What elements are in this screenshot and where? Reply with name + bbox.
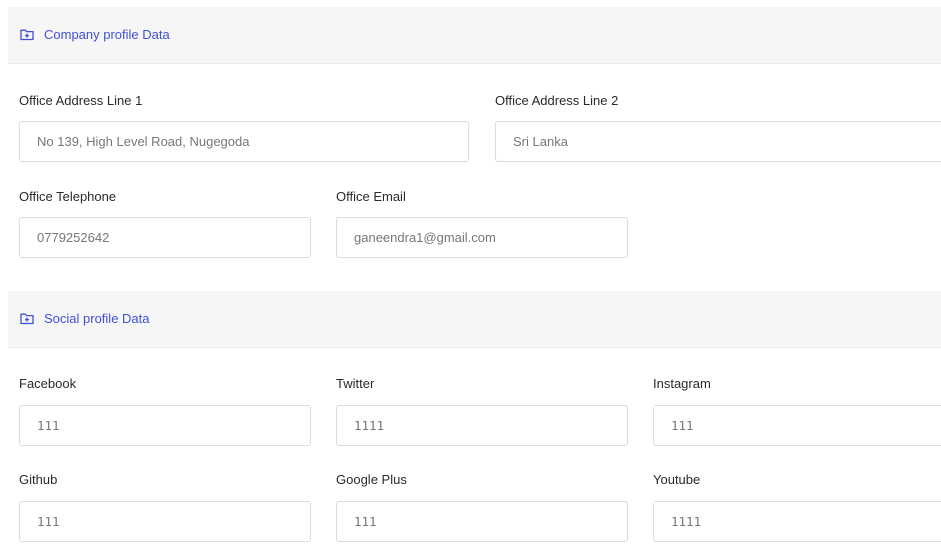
twitter-input[interactable] — [336, 405, 628, 446]
youtube-label: Youtube — [653, 472, 701, 487]
office-email-label: Office Email — [336, 189, 406, 204]
section-title: Social profile Data — [44, 311, 150, 326]
office-address-line1-label: Office Address Line 1 — [19, 93, 143, 108]
company-profile-header: Company profile Data — [8, 7, 941, 64]
social-profile-header: Social profile Data — [8, 291, 941, 348]
twitter-label: Twitter — [336, 376, 375, 391]
github-label: Github — [19, 472, 58, 487]
office-telephone-input[interactable] — [19, 217, 311, 258]
office-address-line2-input[interactable] — [495, 121, 941, 162]
google-plus-input[interactable] — [336, 501, 628, 542]
instagram-label: Instagram — [653, 376, 711, 391]
office-email-input[interactable] — [336, 217, 628, 258]
facebook-label: Facebook — [19, 376, 77, 391]
office-address-line1-input[interactable] — [19, 121, 469, 162]
facebook-input[interactable] — [19, 405, 311, 446]
folder-plus-icon — [20, 312, 34, 325]
folder-plus-icon — [20, 28, 34, 41]
instagram-input[interactable] — [653, 405, 941, 446]
google-plus-label: Google Plus — [336, 472, 407, 487]
github-input[interactable] — [19, 501, 311, 542]
section-title: Company profile Data — [44, 27, 170, 42]
office-address-line2-label: Office Address Line 2 — [495, 93, 619, 108]
youtube-input[interactable] — [653, 501, 941, 542]
office-telephone-label: Office Telephone — [19, 189, 117, 204]
